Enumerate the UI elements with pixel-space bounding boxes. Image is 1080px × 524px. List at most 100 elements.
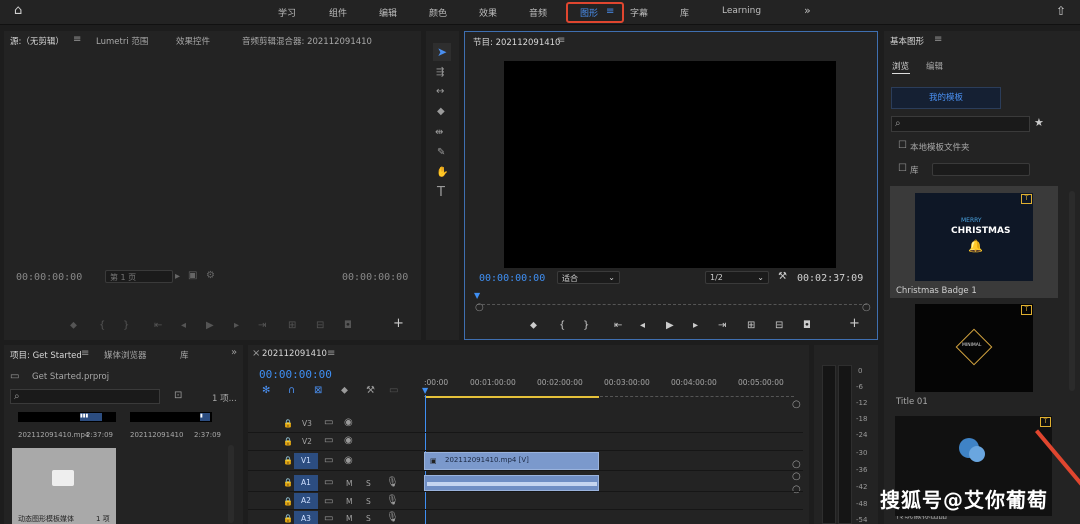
template-thumbnail-christmas[interactable]: MERRY CHRISTMAS 🔔 (915, 193, 1033, 281)
play-icon[interactable]: ▶ (206, 321, 214, 331)
play-icon[interactable]: ▶ (666, 321, 674, 331)
add-button-icon[interactable]: + (849, 317, 860, 330)
in-point-icon[interactable]: { (559, 321, 565, 331)
workspace-learning[interactable]: Learning (722, 6, 761, 16)
solo-button[interactable]: S (366, 497, 371, 506)
camera-icon[interactable]: ◘ (803, 321, 811, 331)
project-search-input[interactable]: ⌕ (10, 389, 160, 404)
lock-icon[interactable]: 🔒 (283, 514, 293, 524)
solo-button[interactable]: S (366, 514, 371, 523)
home-icon[interactable]: ⌂ (14, 4, 22, 17)
scroll-left-handle[interactable]: ○ (475, 303, 484, 313)
workspace-learn[interactable]: 学习 (278, 6, 296, 19)
mute-button[interactable]: M (346, 497, 352, 506)
insert-icon[interactable]: ⊞ (288, 321, 296, 331)
my-templates-button[interactable]: 我的模板 (891, 87, 1001, 109)
work-area-bar[interactable] (426, 396, 599, 398)
lock-icon[interactable]: 🔒 (283, 419, 293, 429)
step-back-icon[interactable]: ◂ (640, 321, 645, 331)
lock-icon[interactable]: 🔒 (283, 497, 293, 507)
export-frame-icon[interactable]: ▣ (188, 271, 197, 281)
slip-icon[interactable]: ⇹ (435, 128, 443, 138)
lock-icon[interactable]: 🔒 (283, 437, 293, 447)
track-target-v1[interactable]: V1 (294, 453, 318, 469)
wrench-icon[interactable]: ⚒ (366, 386, 375, 396)
panel-menu-icon[interactable]: ≡ (934, 35, 942, 45)
workspace-audio[interactable]: 音频 (529, 6, 547, 19)
captions-icon[interactable]: ▭ (389, 386, 398, 396)
eye-icon[interactable]: ◉ (344, 418, 353, 428)
more-panels-icon[interactable]: » (231, 348, 237, 358)
sync-lock-icon[interactable]: ▭ (324, 497, 333, 507)
workspace-captions[interactable]: 字幕 (630, 6, 648, 19)
quality-dropdown[interactable]: 1/2 ⌄ (705, 271, 769, 284)
share-icon[interactable]: ⇧ (1056, 5, 1066, 17)
step-forward-icon[interactable]: ▸ (234, 321, 239, 331)
program-timecode[interactable]: 00:00:00:00 (479, 273, 545, 284)
marker-icon[interactable]: ⬥ (70, 321, 77, 331)
goto-out-icon[interactable]: ⇥ (258, 321, 266, 331)
panel-menu-icon[interactable]: ≡ (81, 349, 89, 359)
track-target-a2[interactable]: A2 (294, 493, 318, 509)
overwrite-icon[interactable]: ⊟ (316, 321, 324, 331)
workspace-edit[interactable]: 编辑 (379, 6, 397, 19)
linked-selection-icon[interactable]: ⊠ (314, 386, 322, 396)
snap-icon[interactable]: ✻ (262, 386, 270, 396)
bin-thumbnail[interactable]: 动态图形模板媒体 1 项 (12, 448, 116, 524)
timeline-timecode[interactable]: 00:00:00:00 (259, 368, 332, 381)
eye-icon[interactable]: ◉ (344, 436, 353, 446)
wrench-icon[interactable]: ⚒ (778, 272, 787, 282)
pen-icon[interactable]: ✎ (437, 148, 445, 158)
timeline-scroll-handle[interactable]: ○ (792, 400, 801, 410)
workspace-libraries[interactable]: 库 (680, 6, 689, 19)
audio-clip[interactable] (424, 475, 599, 491)
video-clip[interactable]: ▣ 202112091410.mp4 [V] (424, 452, 599, 470)
tab-libraries[interactable]: 库 (180, 349, 189, 361)
tab-lumetri-scopes[interactable]: Lumetri 范围 (96, 35, 148, 47)
sync-lock-icon[interactable]: ▭ (324, 418, 333, 428)
source-timecode-left[interactable]: 00:00:00:00 (16, 272, 82, 283)
microphone-icon[interactable]: 🎙 (386, 478, 399, 488)
solo-button[interactable]: S (366, 479, 371, 488)
lock-icon[interactable]: 🔒 (283, 478, 293, 488)
template-search-input[interactable]: ⌕ (891, 116, 1030, 132)
sequence-tab[interactable]: 202112091410 (262, 349, 327, 359)
workspace-assembly[interactable]: 组件 (329, 6, 347, 19)
ripple-edit-icon[interactable]: ↔ (436, 87, 444, 97)
library-checkbox[interactable]: ☐ (898, 164, 907, 174)
panel-menu-icon[interactable]: ≡ (73, 35, 81, 45)
playhead-icon[interactable]: ▼ (474, 291, 480, 301)
track-select-icon[interactable]: ⇶ (436, 68, 444, 78)
tab-effect-controls[interactable]: 效果控件 (176, 35, 210, 47)
library-dropdown[interactable] (932, 163, 1030, 176)
out-point-icon[interactable]: } (123, 321, 129, 331)
lock-icon[interactable]: 🔒 (283, 456, 293, 466)
tab-edit[interactable]: 编辑 (926, 60, 943, 72)
razor-icon[interactable]: ◆ (437, 107, 445, 117)
sync-lock-icon[interactable]: ▭ (324, 436, 333, 446)
star-icon[interactable]: ★ (1034, 117, 1044, 128)
workspace-color[interactable]: 颜色 (429, 6, 447, 19)
tab-audio-clip-mixer[interactable]: 音频剪辑混合器: 202112091410 (242, 35, 372, 47)
workspace-effects[interactable]: 效果 (479, 6, 497, 19)
goto-in-icon[interactable]: ⇤ (154, 321, 162, 331)
tab-media-browser[interactable]: 媒体浏览器 (104, 349, 147, 361)
local-folder-checkbox[interactable]: ☐ (898, 141, 907, 151)
step-back-icon[interactable]: ◂ (181, 321, 186, 331)
type-tool-icon[interactable]: T (437, 186, 445, 199)
sync-lock-icon[interactable]: ▭ (324, 478, 333, 488)
source-timecode-right[interactable]: 00:00:00:00 (342, 272, 408, 283)
goto-in-icon[interactable]: ⇤ (614, 321, 622, 331)
sync-lock-icon[interactable]: ▭ (324, 456, 333, 466)
goto-out-icon[interactable]: ⇥ (718, 321, 726, 331)
page-select[interactable]: 第 1 页 (105, 270, 173, 283)
settings-small-icon[interactable]: ⚙ (206, 271, 215, 281)
tab-project[interactable]: 项目: Get Started (10, 349, 82, 361)
tab-source[interactable]: 源:（无剪辑） (10, 35, 64, 47)
camera-icon[interactable]: ◘ (344, 321, 352, 331)
step-forward-icon[interactable]: ▸ (693, 321, 698, 331)
in-point-icon[interactable]: { (99, 321, 105, 331)
program-viewer[interactable] (504, 61, 836, 268)
scroll-right-handle[interactable]: ○ (862, 303, 871, 313)
tab-browse[interactable]: 浏览 (892, 60, 909, 72)
